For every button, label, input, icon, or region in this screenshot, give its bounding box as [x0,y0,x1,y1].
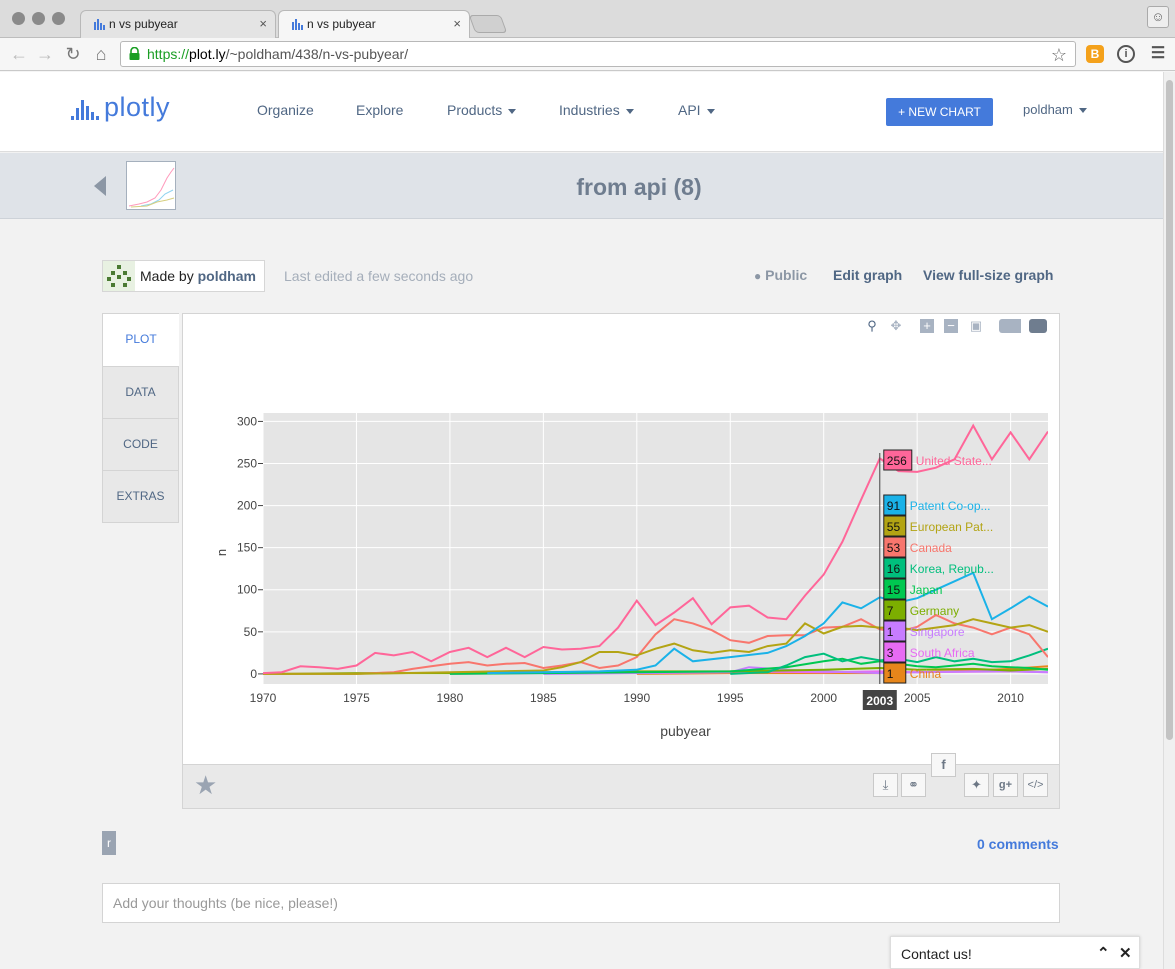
graph-tabs: PLOT DATA CODE EXTRAS [102,313,179,523]
browser-toolbar: ← → ↻ ⌂ https://plot.ly/~poldham/438/n-v… [0,38,1175,71]
avatar [103,261,135,291]
caret-down-icon [508,108,517,114]
browser-tab-active[interactable]: n vs pubyear × [278,10,470,39]
caret-down-icon [706,108,715,114]
zoom-in-icon[interactable]: + [920,319,934,333]
visibility-label: Public [765,267,808,283]
scrollbar-thumb[interactable] [1166,80,1173,740]
tab-close-icon[interactable]: × [453,16,461,31]
user-name: poldham [1023,102,1073,117]
lock-icon [129,47,140,60]
page: plotly Organize Explore Products Industr… [0,72,1163,969]
plotly-favicon-icon [292,19,303,30]
brand-name: plotly [104,92,171,122]
user-menu[interactable]: poldham [1023,102,1087,117]
nav-industries[interactable]: Industries [559,102,634,118]
plotly-logo[interactable]: plotly [70,92,170,124]
nav-api[interactable]: API [678,102,715,118]
view-fullsize-link[interactable]: View full-size graph [923,267,1053,283]
nav-industries-label: Industries [559,102,620,118]
graph-title-bar: from api (8) [0,153,1163,219]
back-button[interactable]: ← [8,42,30,66]
plot-panel: ⚲ ✥ + − ▣ [182,313,1060,765]
url-path: /~poldham/438/n-vs-pubyear/ [225,46,409,62]
plot-footer: ★ f ⤓ ⚭ ✦ g+ </> [182,753,1060,809]
info-extension-icon[interactable]: i [1117,45,1135,63]
made-by-prefix: Made by [140,268,194,284]
home-button[interactable]: ⌂ [90,42,112,66]
reload-button[interactable]: ↻ [62,42,84,66]
contact-widget[interactable]: Contact us! ⌃ ✕ [890,936,1140,969]
embed-code-icon[interactable]: </> [1023,773,1048,797]
window-close-button[interactable] [12,12,25,25]
caret-down-icon [1078,108,1087,114]
plotly-favicon-icon [94,19,105,30]
last-edited: Last edited a few seconds ago [284,268,474,284]
tab-data[interactable]: DATA [102,367,179,419]
tab-code[interactable]: CODE [102,419,179,471]
page-scrollbar[interactable] [1163,72,1175,969]
comment-input[interactable]: Add your thoughts (be nice, please!) [102,883,1060,923]
url-host: plot.ly [189,46,226,62]
plotly-logo-icon [71,100,99,120]
modebar: ⚲ ✥ + − ▣ [865,319,1055,335]
close-icon[interactable]: ✕ [1119,944,1132,962]
blogger-extension-icon[interactable]: B [1086,45,1104,63]
nav-organize[interactable]: Organize [257,102,314,118]
comments-link[interactable]: 0 comments [977,836,1059,852]
url-scheme: https:// [147,46,190,62]
hover-closest-icon[interactable] [999,319,1021,333]
nav-explore[interactable]: Explore [356,102,403,118]
tab-title: n vs pubyear [307,17,376,31]
bookmark-star-icon[interactable]: ☆ [1051,43,1067,67]
made-by-badge[interactable]: Made by poldham [102,260,265,292]
favorite-star-icon[interactable]: ★ [194,770,217,801]
address-bar[interactable]: https://plot.ly/~poldham/438/n-vs-pubyea… [120,41,1076,67]
tab-extras[interactable]: EXTRAS [102,471,179,523]
tab-title: n vs pubyear [109,17,178,31]
nav-products[interactable]: Products [447,102,517,118]
hover-compare-icon[interactable] [1029,319,1047,333]
caret-down-icon [625,108,634,114]
download-icon[interactable]: ⤓ [873,773,898,797]
profile-icon[interactable]: ☺ [1147,6,1169,28]
facebook-share-icon[interactable]: f [931,753,956,777]
graph-title: from api (8) [576,174,702,200]
zoom-icon[interactable]: ⚲ [865,319,879,333]
window-zoom-button[interactable] [52,12,65,25]
link-icon[interactable]: ⚭ [901,773,926,797]
twitter-share-icon[interactable]: ✦ [964,773,989,797]
author-link[interactable]: poldham [198,268,256,284]
zoom-out-icon[interactable]: − [944,319,958,333]
window-minimize-button[interactable] [32,12,45,25]
edit-graph-link[interactable]: Edit graph [833,267,902,283]
made-by-text: Made by poldham [140,268,256,284]
tab-close-icon[interactable]: × [259,16,267,31]
nav-products-label: Products [447,102,503,118]
r-badge[interactable]: r [102,831,116,855]
new-tab-button[interactable] [468,15,508,33]
autoscale-icon[interactable]: ▣ [969,319,983,333]
chevron-up-icon[interactable]: ⌃ [1097,944,1110,962]
globe-icon: ● [754,269,762,283]
top-navigation: plotly Organize Explore Products Industr… [0,72,1163,152]
visibility-toggle[interactable]: ● Public [754,267,807,283]
menu-icon[interactable]: ☰ [1149,45,1167,63]
tab-plot[interactable]: PLOT [102,313,179,367]
pan-icon[interactable]: ✥ [889,319,903,333]
browser-tab[interactable]: n vs pubyear × [80,10,276,38]
nav-api-label: API [678,102,701,118]
browser-tab-bar: n vs pubyear × n vs pubyear × ☺ [0,0,1175,39]
forward-button[interactable]: → [34,42,56,66]
google-plus-share-icon[interactable]: g+ [993,773,1018,797]
new-chart-button[interactable]: + NEW CHART [886,98,993,126]
contact-label: Contact us! [901,946,972,962]
